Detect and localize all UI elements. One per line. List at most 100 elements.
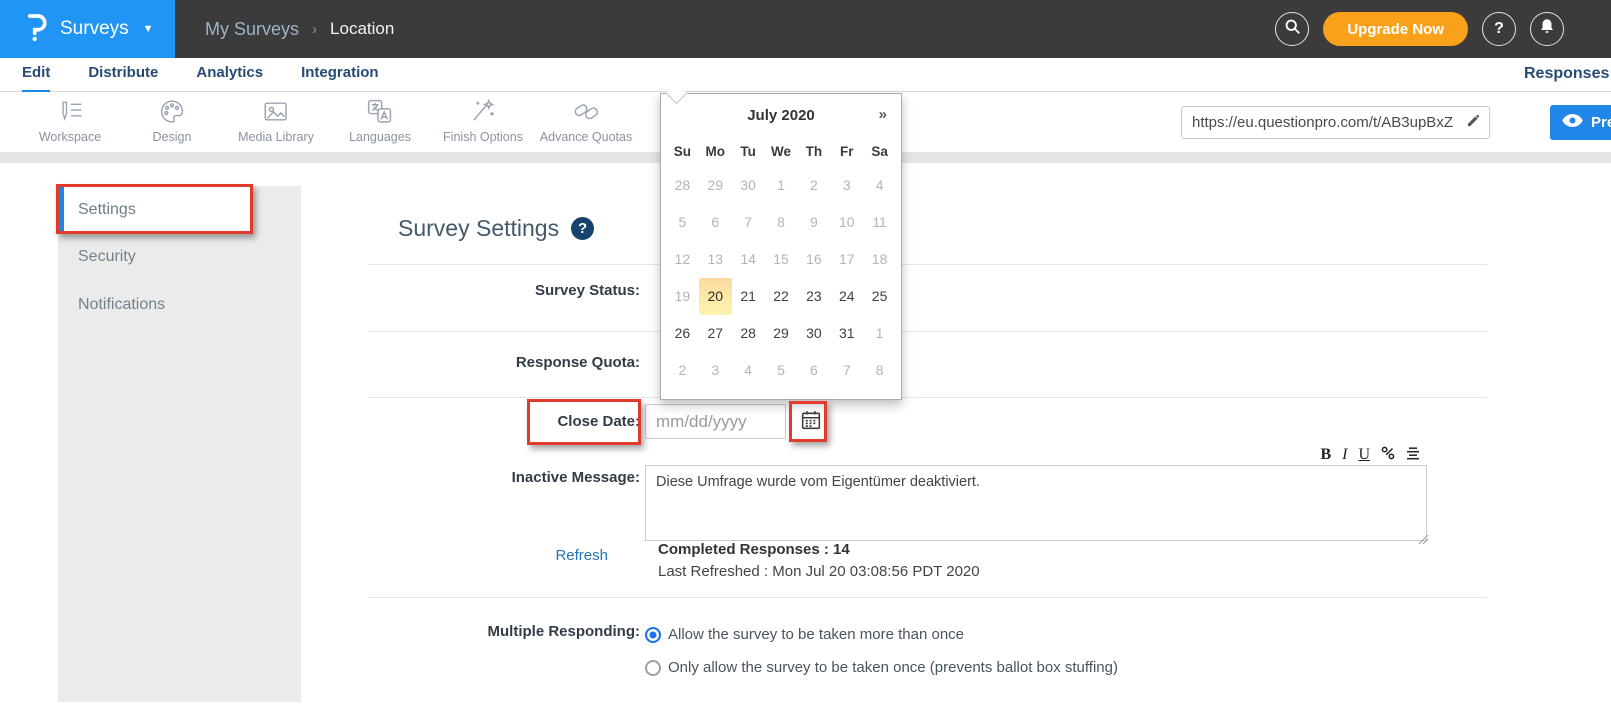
completed-responses-text: Completed Responses : 14 [658,541,850,558]
survey-status-label: Survey Status: [368,282,640,299]
responses-link[interactable]: Responses [1524,58,1609,90]
calendar-day: 29 [699,167,732,204]
search-icon [1284,18,1301,40]
weekday-label: Mo [699,144,732,159]
toolbar-item-finish-options[interactable]: Finish Options [443,98,523,144]
calendar-day: 1 [765,167,798,204]
advance-quotas-icon [540,98,632,126]
questionpro-logo-icon [26,12,48,47]
next-month-button[interactable]: » [879,106,887,123]
settings-sidebar: Settings Security Notifications [58,186,301,702]
calendar-day: 5 [765,352,798,389]
inactive-message-textarea[interactable]: Diese Umfrage wurde vom Eigentümer deakt… [645,465,1427,541]
nav-tab-edit[interactable]: Edit [22,58,50,92]
calendar-day: 1 [863,315,896,352]
design-icon [153,98,192,126]
preview-button[interactable]: Preview [1550,105,1611,140]
resize-handle[interactable] [1419,531,1485,719]
calendar-day[interactable]: 29 [765,315,798,352]
calendar-day: 9 [797,204,830,241]
align-button[interactable] [1406,447,1420,464]
sidebar-item-settings[interactable]: Settings [58,187,252,233]
calendar-day: 14 [732,241,765,278]
weekday-label: Su [666,144,699,159]
calendar-icon [801,410,821,435]
calendar-day: 5 [666,204,699,241]
title-help-icon[interactable]: ? [571,217,594,240]
calendar-week-row: 2627282930311 [666,315,896,352]
toolbar-item-label: Languages [349,130,411,144]
toolbar-item-media-library[interactable]: Media Library [238,98,314,144]
survey-url-input[interactable] [1192,114,1462,131]
calendar-day: 12 [666,241,699,278]
top-bar: Surveys ▼ My Surveys › Location Upgrade … [0,0,1611,58]
sidebar-item-security[interactable]: Security [78,248,136,266]
calendar-week-row: 2829301234 [666,167,896,204]
divider [368,331,1487,332]
calendar-picker-button[interactable] [795,406,826,438]
calendar-day: 28 [666,167,699,204]
calendar-day[interactable]: 24 [830,278,863,315]
upgrade-now-button[interactable]: Upgrade Now [1323,12,1468,46]
sidebar-item-notifications[interactable]: Notifications [78,296,165,314]
calendar-day: 2 [666,352,699,389]
calendar-day[interactable]: 22 [765,278,798,315]
calendar-day: 10 [830,204,863,241]
divider [368,264,1487,265]
calendar-day: 15 [765,241,798,278]
help-button[interactable]: ? [1482,12,1516,46]
calendar-day[interactable]: 28 [732,315,765,352]
italic-button[interactable]: I [1342,447,1347,463]
calendar-day: 4 [863,167,896,204]
link-button[interactable] [1381,446,1395,464]
search-button[interactable] [1275,12,1309,46]
breadcrumb: My Surveys › Location [205,0,394,58]
nav-tabs: Edit Distribute Analytics Integration [22,58,379,92]
calendar-day[interactable]: 25 [863,278,896,315]
finish-options-icon [443,98,523,126]
calendar-day: 8 [765,204,798,241]
edit-url-pencil-icon[interactable] [1466,113,1481,133]
calendar-day[interactable]: 26 [666,315,699,352]
toolbar-item-label: Design [153,130,192,144]
underline-button[interactable]: U [1358,447,1370,463]
calendar-day[interactable]: 30 [797,315,830,352]
calendar-week-row: 12131415161718 [666,241,896,278]
toolbar-item-advance-quotas[interactable]: Advance Quotas [540,98,632,144]
topbar-actions: Upgrade Now ? [1275,12,1564,46]
calendar-day: 30 [732,167,765,204]
nav-tab-distribute[interactable]: Distribute [88,58,158,92]
last-refreshed-text: Last Refreshed : Mon Jul 20 03:08:56 PDT… [658,563,980,580]
refresh-link[interactable]: Refresh [368,547,608,564]
calendar-day: 18 [863,241,896,278]
responding-option-1[interactable]: Allow the survey to be taken more than o… [645,626,964,643]
calendar-day[interactable]: 21 [732,278,765,315]
datepicker-popup: July 2020 » SuMoTuWeThFrSa 2829301234567… [660,93,902,400]
calendar-day: 7 [830,352,863,389]
sidebar-item-label: Settings [78,201,136,219]
product-switcher[interactable]: Surveys ▼ [0,0,175,58]
weekday-label: Tu [732,144,765,159]
toolbar-item-design[interactable]: Design [153,98,192,144]
radio-unselected[interactable] [645,660,661,676]
nav-tab-analytics[interactable]: Analytics [196,58,263,92]
bold-button[interactable]: B [1320,447,1331,463]
nav-tab-integration[interactable]: Integration [301,58,379,92]
weekday-header: SuMoTuWeThFrSa [666,144,896,159]
radio-option-label: Allow the survey to be taken more than o… [668,626,964,643]
calendar-day-selected[interactable]: 20 [699,278,732,315]
multiple-responding-label: Multiple Responding: [368,623,640,640]
toolbar-item-languages[interactable]: Languages [349,98,411,144]
breadcrumb-my-surveys[interactable]: My Surveys [205,19,299,40]
calendar-day[interactable]: 23 [797,278,830,315]
calendar-week-row: 19202122232425 [666,278,896,315]
bell-icon [1539,18,1555,40]
toolbar-item-workspace[interactable]: Workspace [39,98,101,144]
radio-selected[interactable] [645,627,661,643]
calendar-day[interactable]: 27 [699,315,732,352]
close-date-input[interactable] [645,404,786,439]
responding-option-2[interactable]: Only allow the survey to be taken once (… [645,659,1118,676]
calendar-day[interactable]: 31 [830,315,863,352]
notifications-button[interactable] [1530,12,1564,46]
weekday-label: Th [797,144,830,159]
